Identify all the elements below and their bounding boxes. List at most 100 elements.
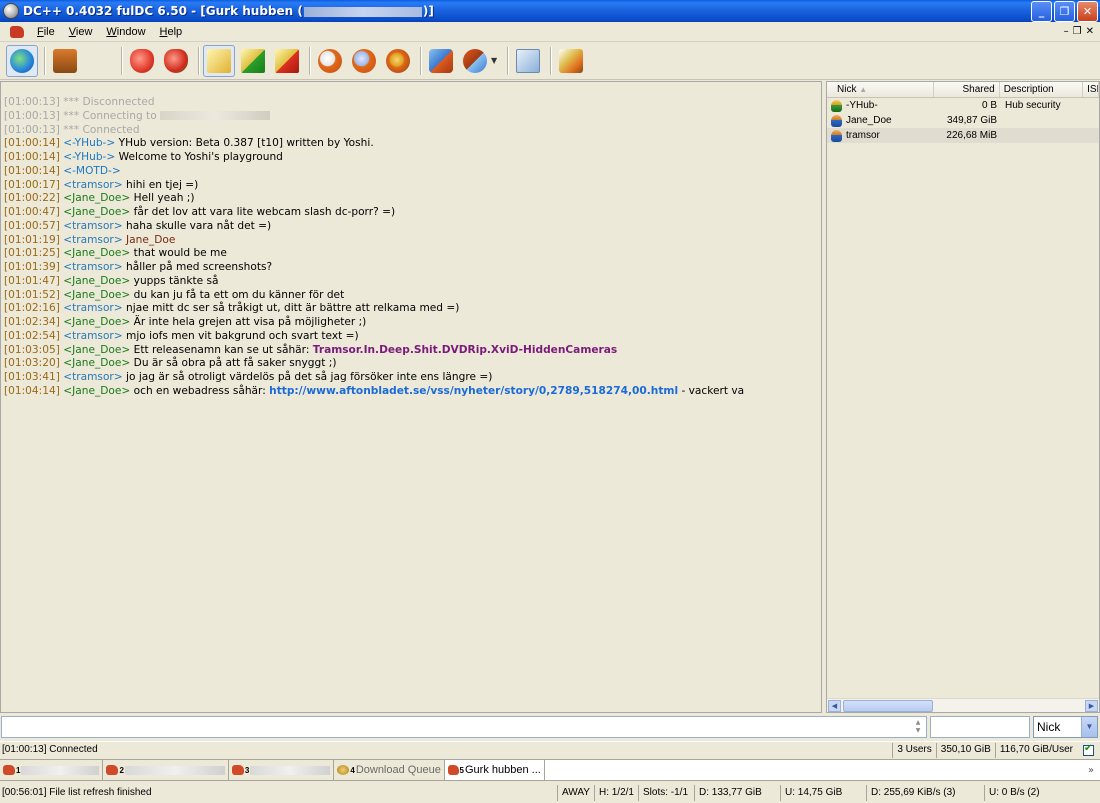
chat-nick[interactable]: <tramsor> (63, 371, 122, 383)
maximize-button[interactable]: ❐ (1054, 0, 1075, 22)
window-tab[interactable]: 5 Gurk hubben ... (444, 760, 545, 780)
column-header-description[interactable]: Description (1000, 82, 1084, 97)
reconnect-button[interactable] (49, 45, 81, 77)
refresh-filelist-button[interactable] (459, 45, 491, 77)
chat-nick[interactable]: <Jane_Doe> (63, 289, 130, 301)
filter-column-select[interactable]: Nick ▼ (1033, 716, 1098, 738)
show-userlist-checkbox[interactable] (1083, 743, 1094, 756)
menu-view[interactable]: View (62, 26, 100, 38)
chat-timestamp: [01:04:14] (4, 384, 60, 397)
chat-nick[interactable]: <tramsor> (63, 179, 122, 191)
toolbar-separator (44, 46, 45, 75)
favorite-hubs-button[interactable] (126, 45, 158, 77)
hub-status-bar: [01:00:13] Connected 3 Users 350,10 GiB … (0, 741, 1100, 758)
user-nick: Jane_Doe (846, 115, 892, 126)
mdi-child-icon[interactable] (10, 25, 24, 38)
finished-downloads-button[interactable] (237, 45, 269, 77)
chat-line: [01:00:14] <-YHub-> YHub version: Beta 0… (4, 137, 819, 151)
user-list-hscrollbar[interactable]: ◀ ▶ (827, 698, 1099, 712)
chat-nick[interactable]: <Jane_Doe> (63, 316, 130, 328)
user-nick-cell: Jane_Doe (827, 114, 935, 127)
away-status[interactable]: AWAY (557, 784, 594, 801)
chat-nick[interactable]: <Jane_Doe> (63, 385, 130, 397)
open-filelist-button[interactable] (425, 45, 457, 77)
tab-label: Gurk hubben ... (465, 764, 541, 776)
favorite-users-button[interactable] (160, 45, 192, 77)
user-row[interactable]: tramsor 226,68 MiB (827, 128, 1099, 143)
chat-line: [01:00:13] *** Connected (4, 124, 819, 138)
download-queue-button[interactable] (203, 44, 235, 77)
chat-nick[interactable]: <tramsor> (63, 261, 122, 273)
scroll-left-button[interactable]: ◀ (828, 700, 841, 712)
chat-timestamp: [01:00:47] (4, 206, 60, 218)
chat-timestamp: [01:01:39] (4, 261, 60, 273)
finished-uploads-button[interactable] (271, 45, 303, 77)
chat-nick[interactable]: <Jane_Doe> (63, 247, 130, 259)
adl-search-button[interactable] (348, 45, 380, 77)
chat-timestamp: [01:01:52] (4, 288, 60, 301)
chat-nick[interactable]: <tramsor> (63, 330, 122, 342)
chat-nick[interactable]: <Jane_Doe> (63, 275, 130, 287)
total-downloaded: D: 133,77 GiB (694, 784, 780, 801)
mdi-restore-button[interactable]: ❐ (1073, 26, 1082, 37)
user-filter-input[interactable] (930, 716, 1030, 738)
minimize-button[interactable]: _ (1031, 0, 1052, 22)
tab-number: 4 (350, 765, 355, 775)
finished-uploads-icon (275, 48, 299, 73)
window-tab[interactable]: 2 (103, 760, 229, 780)
search-button[interactable] (314, 45, 346, 77)
chat-nick[interactable]: <Jane_Doe> (63, 206, 130, 218)
dropdown-arrow-icon[interactable]: ▼ (491, 56, 497, 65)
chat-message-input[interactable]: ▲ ▼ (1, 716, 927, 738)
chat-message-text: du kan ju få ta ett om du känner för det (133, 288, 345, 301)
chat-nick[interactable]: <Jane_Doe> (63, 344, 130, 356)
chat-nick[interactable]: <-MOTD-> (63, 165, 121, 177)
dcpp-app-icon[interactable] (3, 3, 19, 19)
chat-message-text: och en webadress såhär: (133, 384, 266, 397)
user-icon (831, 114, 842, 127)
chat-nick[interactable]: <tramsor> (63, 220, 122, 232)
chat-nick[interactable]: <-YHub-> (63, 151, 115, 163)
scroll-right-button[interactable]: ▶ (1085, 700, 1098, 712)
chat-timestamp: [01:00:17] (4, 178, 60, 191)
column-header-isp[interactable]: ISI (1083, 82, 1099, 97)
input-resize-spinner[interactable]: ▲ ▼ (912, 719, 924, 735)
close-button[interactable]: ✕ (1077, 0, 1098, 22)
tabs-overflow-icon[interactable]: » (1088, 760, 1100, 780)
chat-line: [01:01:52] <Jane_Doe> du kan ju få ta et… (4, 289, 819, 303)
menu-window[interactable]: Window (99, 26, 152, 38)
window-tab[interactable]: 3 (228, 760, 335, 780)
settings-button[interactable] (555, 45, 587, 77)
chat-nick[interactable]: <Jane_Doe> (63, 357, 130, 369)
column-header-nick[interactable]: Nick ▲ (827, 82, 935, 97)
chat-message-text: haha skulle vara nåt det =) (126, 219, 272, 232)
tab-number: 1 (16, 765, 21, 775)
user-row[interactable]: -YHub- 0 B Hub security (827, 98, 1099, 113)
follow-redirect-button[interactable] (83, 45, 850, 147)
menu-help[interactable]: Help (153, 26, 190, 38)
user-list[interactable]: Nick ▲ Shared Description ISI -YHub- 0 B H… (826, 81, 1100, 713)
scroll-thumb[interactable] (843, 700, 933, 712)
chat-nick[interactable]: <tramsor> (63, 302, 122, 314)
menu-file[interactable]: File (30, 26, 62, 38)
column-header-shared[interactable]: Shared (934, 82, 1000, 97)
window-title: DC++ 0.4032 fulDC 6.50 - [Gurk hubben ()… (23, 4, 434, 18)
chat-nick[interactable]: <-YHub-> (63, 137, 115, 149)
user-row[interactable]: Jane_Doe 349,87 GiB (827, 113, 1099, 128)
tab-number: 5 (459, 765, 464, 775)
chevron-down-icon[interactable]: ▼ (1081, 717, 1097, 737)
mdi-close-button[interactable]: ✕ (1086, 26, 1094, 37)
notepad-button[interactable] (512, 45, 544, 77)
window-tab[interactable]: 4 Download Queue (334, 760, 445, 780)
chat-nick[interactable]: <tramsor> (63, 234, 122, 246)
public-hubs-button[interactable] (6, 44, 38, 77)
window-tab[interactable]: 1 (0, 760, 104, 780)
tab-number: 3 (244, 765, 250, 775)
chat-nick[interactable]: <Jane_Doe> (63, 192, 130, 204)
chat-log[interactable]: [01:00:13] *** Disconnected [01:00:13] **… (0, 81, 822, 713)
user-nick-cell: -YHub- (827, 99, 935, 112)
mdi-minimize-button[interactable]: – (1064, 26, 1069, 37)
search-spy-button[interactable] (382, 45, 414, 77)
chat-link[interactable]: http://www.aftonbladet.se/vss/nyheter/st… (269, 385, 678, 397)
user-nick-cell: tramsor (827, 129, 935, 142)
